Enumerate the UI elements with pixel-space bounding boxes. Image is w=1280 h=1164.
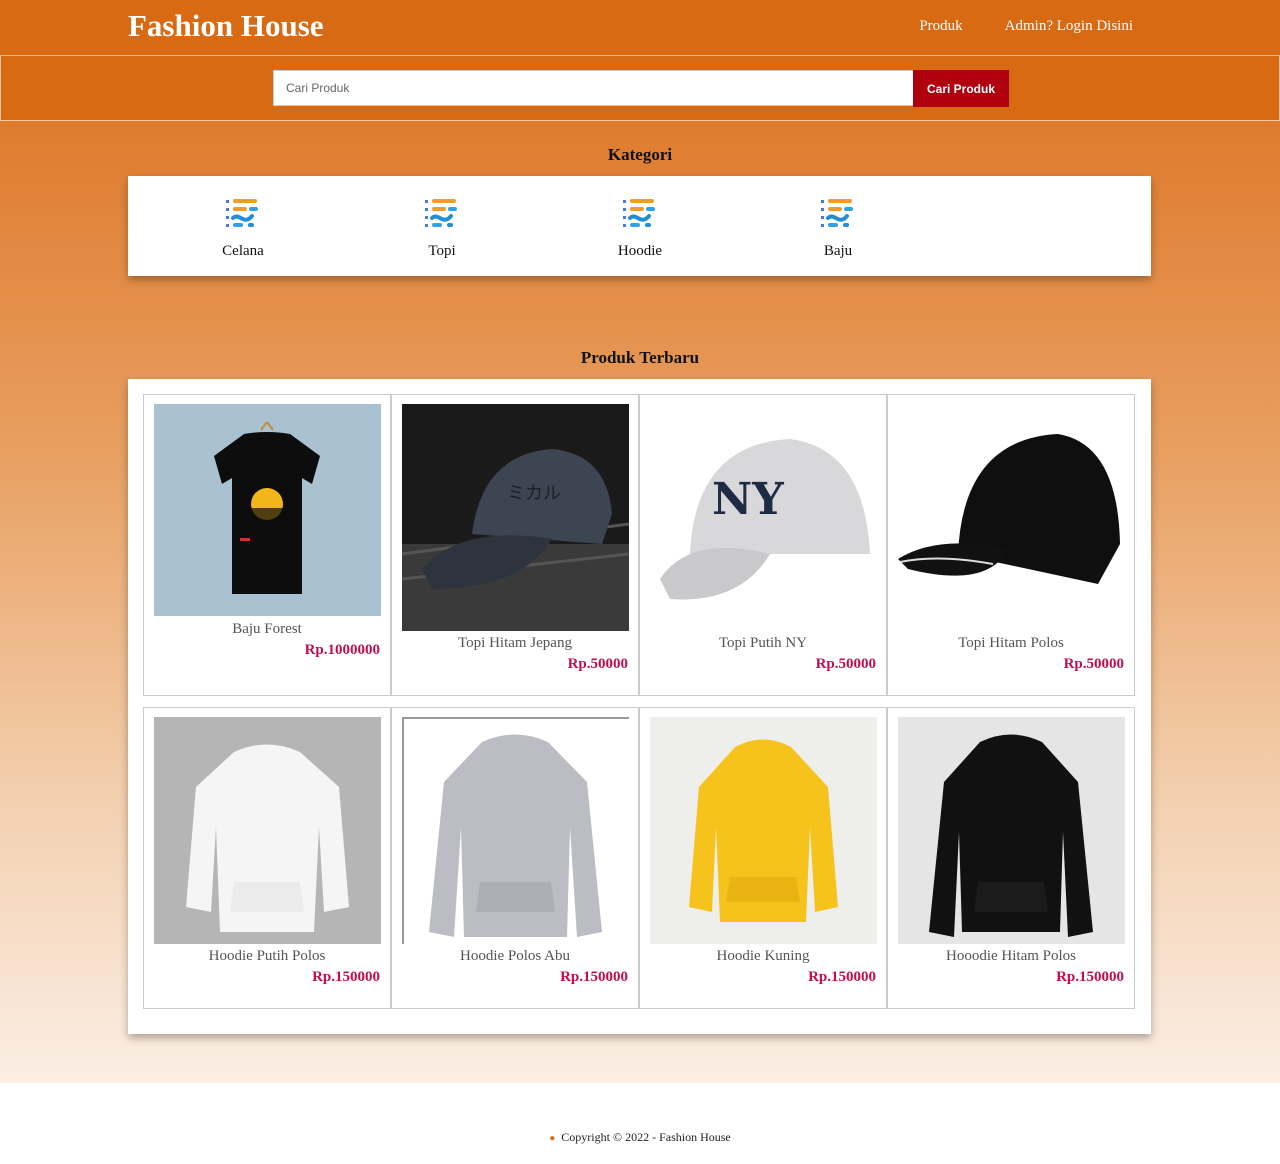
category-list-icon	[425, 199, 457, 227]
product-image-cap-black	[898, 404, 1125, 631]
product-grid: Baju Forest Rp.1000000 ミカル Topi Hitam Je…	[143, 394, 1135, 1009]
product-price: Rp.50000	[567, 656, 628, 672]
svg-text:NY: NY	[712, 474, 784, 525]
category-list-icon	[821, 199, 853, 227]
product-name: Hooodie Hitam Polos	[946, 948, 1076, 964]
category-item-hoodie[interactable]: Hoodie	[575, 198, 705, 260]
product-price: Rp.150000	[560, 969, 628, 985]
product-name: Topi Hitam Jepang	[458, 635, 572, 651]
product-card[interactable]: Hoodie Polos Abu Rp.150000	[391, 707, 639, 1009]
category-label: Baju	[823, 243, 853, 259]
category-label: Hoodie	[617, 243, 663, 259]
category-item-topi[interactable]: Topi	[377, 198, 507, 260]
footer: ● Copyright © 2022 - Fashion House	[0, 1130, 1280, 1145]
search-input[interactable]	[273, 70, 919, 106]
search-bar: Cari Produk	[0, 56, 1280, 121]
search-button[interactable]: Cari Produk	[913, 70, 1009, 107]
product-image-hoodie-black	[898, 717, 1125, 944]
nav-link-produk[interactable]: Produk	[919, 18, 962, 35]
product-price: Rp.50000	[1063, 656, 1124, 672]
product-image-cap-dark: ミカル	[402, 404, 629, 631]
brand-logo[interactable]: Fashion House	[128, 8, 324, 44]
product-image-hoodie-white	[154, 717, 381, 944]
category-item-celana[interactable]: Celana	[178, 198, 308, 260]
category-label: Topi	[428, 243, 456, 259]
product-card[interactable]: Hooodie Hitam Polos Rp.150000	[887, 707, 1135, 1009]
product-card[interactable]: Topi Hitam Polos Rp.50000	[887, 394, 1135, 696]
product-card[interactable]: NY Topi Putih NY Rp.50000	[639, 394, 887, 696]
main-content: Kategori Celana Topi Hoodie Baju Produk …	[0, 121, 1280, 1083]
product-image-hoodie-yellow	[650, 717, 877, 944]
product-image-tshirt	[154, 404, 381, 616]
nav-link-admin-login[interactable]: Admin? Login Disini	[1005, 18, 1133, 35]
category-item-baju[interactable]: Baju	[773, 198, 903, 260]
footer-dot-icon: ●	[549, 1133, 556, 1144]
product-name: Hoodie Putih Polos	[208, 948, 326, 964]
product-price: Rp.150000	[312, 969, 380, 985]
product-name: Baju Forest	[232, 621, 302, 637]
top-nav: Produk Admin? Login Disini	[919, 18, 1133, 35]
product-panel: Baju Forest Rp.1000000 ミカル Topi Hitam Je…	[128, 379, 1151, 1034]
category-label: Celana	[222, 243, 264, 259]
products-section-title: Produk Terbaru	[580, 348, 700, 367]
product-price: Rp.1000000	[304, 642, 380, 658]
svg-text:ミカル: ミカル	[507, 483, 561, 504]
product-image-hoodie-grey	[402, 717, 629, 944]
product-price: Rp.150000	[808, 969, 876, 985]
product-card[interactable]: Hoodie Kuning Rp.150000	[639, 707, 887, 1009]
top-header: Fashion House Produk Admin? Login Disini	[0, 0, 1280, 56]
category-list-icon	[226, 199, 258, 227]
product-card[interactable]: Hoodie Putih Polos Rp.150000	[143, 707, 391, 1009]
product-name: Topi Putih NY	[718, 635, 808, 651]
product-name: Hoodie Polos Abu	[459, 948, 570, 964]
product-price: Rp.150000	[1056, 969, 1124, 985]
product-name: Topi Hitam Polos	[958, 635, 1064, 651]
product-image-cap-white: NY	[650, 404, 877, 631]
category-panel: Celana Topi Hoodie Baju	[128, 176, 1151, 276]
product-card[interactable]: Baju Forest Rp.1000000	[143, 394, 391, 696]
category-section-title: Kategori	[607, 145, 673, 164]
product-card[interactable]: ミカル Topi Hitam Jepang Rp.50000	[391, 394, 639, 696]
product-price: Rp.50000	[815, 656, 876, 672]
copyright-text: Copyright © 2022 - Fashion House	[561, 1130, 731, 1144]
product-name: Hoodie Kuning	[716, 948, 810, 964]
category-list-icon	[623, 199, 655, 227]
